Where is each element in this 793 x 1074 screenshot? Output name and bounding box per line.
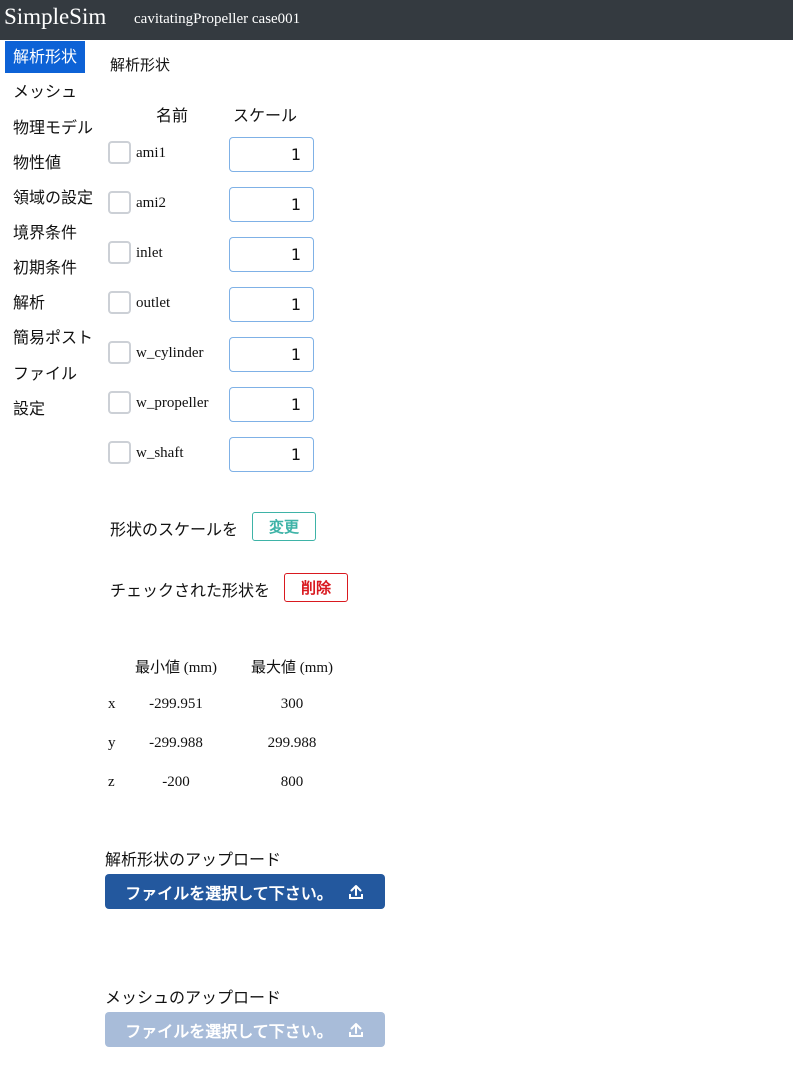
sidebar-item-simple-post[interactable]: 簡易ポスト (5, 322, 101, 354)
geometry-upload-button[interactable]: ファイルを選択して下さい。 (105, 874, 385, 909)
min-value: -299.951 (149, 696, 203, 712)
sidebar-item-boundary-conditions[interactable]: 境界条件 (5, 217, 85, 249)
axis-label: y (108, 735, 116, 751)
delete-checked-label: チェックされた形状を (110, 581, 271, 600)
brand-logo[interactable]: SimpleSim (4, 4, 106, 30)
mesh-upload-button[interactable]: ファイルを選択して下さい。 (105, 1012, 385, 1047)
sidebar-item-settings[interactable]: 設定 (5, 393, 53, 425)
sidebar-item-file[interactable]: ファイル (5, 358, 85, 390)
min-value: -200 (162, 774, 190, 790)
case-name: cavitatingPropeller case001 (134, 11, 301, 27)
geometry-upload-label: 解析形状のアップロード (105, 850, 282, 869)
scale-input[interactable] (229, 387, 314, 422)
sidebar-item-initial-conditions[interactable]: 初期条件 (5, 252, 85, 284)
top-navbar: SimpleSim cavitatingPropeller case001 (0, 0, 793, 40)
sidebar-item-analysis[interactable]: 解析 (5, 287, 53, 319)
geometry-checkbox[interactable] (108, 391, 131, 414)
column-header-name: 名前 (156, 106, 189, 125)
sidebar-item-mesh[interactable]: メッシュ (5, 76, 85, 108)
max-value: 300 (280, 696, 304, 712)
geometry-checkbox[interactable] (108, 191, 131, 214)
geometry-name: w_shaft (136, 445, 184, 461)
axis-label: x (108, 696, 116, 712)
scale-input[interactable] (229, 287, 314, 322)
change-scale-button[interactable]: 変更 (252, 512, 316, 541)
column-header-scale: スケール (233, 106, 298, 125)
geometry-checkbox[interactable] (108, 341, 131, 364)
sidebar-item-geometry[interactable]: 解析形状 (5, 41, 86, 73)
sidebar-item-physics-model[interactable]: 物理モデル (5, 112, 101, 144)
mesh-upload-button-label: ファイルを選択して下さい。 (125, 1023, 333, 1041)
geometry-checkbox[interactable] (108, 241, 131, 264)
scale-change-label: 形状のスケールを (110, 520, 239, 539)
max-value-header: 最大値 (mm) (250, 660, 334, 676)
min-value-header: 最小値 (mm) (134, 660, 218, 676)
geometry-upload-button-label: ファイルを選択して下さい。 (125, 885, 333, 903)
upload-icon (348, 884, 363, 899)
sidebar-item-region-settings[interactable]: 領域の設定 (5, 182, 101, 214)
geometry-name: w_propeller (136, 395, 209, 411)
geometry-name: ami2 (136, 195, 166, 211)
geometry-name: inlet (136, 245, 163, 261)
max-value: 299.988 (267, 735, 317, 751)
mesh-upload-label: メッシュのアップロード (105, 988, 282, 1007)
scale-input[interactable] (229, 437, 314, 472)
scale-input[interactable] (229, 337, 314, 372)
geometry-name: outlet (136, 295, 171, 311)
scale-input[interactable] (229, 237, 314, 272)
scale-input[interactable] (229, 137, 314, 172)
geometry-checkbox[interactable] (108, 441, 131, 464)
geometry-name: ami1 (136, 145, 166, 161)
page-title: 解析形状 (110, 56, 171, 74)
axis-label: z (108, 774, 115, 790)
scale-input[interactable] (229, 187, 314, 222)
max-value: 800 (280, 774, 304, 790)
geometry-checkbox[interactable] (108, 141, 131, 164)
geometry-name: w_cylinder (136, 345, 204, 361)
upload-icon (348, 1022, 363, 1037)
min-value: -299.988 (149, 735, 203, 751)
geometry-checkbox[interactable] (108, 291, 131, 314)
sidebar-item-properties[interactable]: 物性値 (5, 147, 69, 179)
delete-button[interactable]: 削除 (284, 573, 348, 602)
